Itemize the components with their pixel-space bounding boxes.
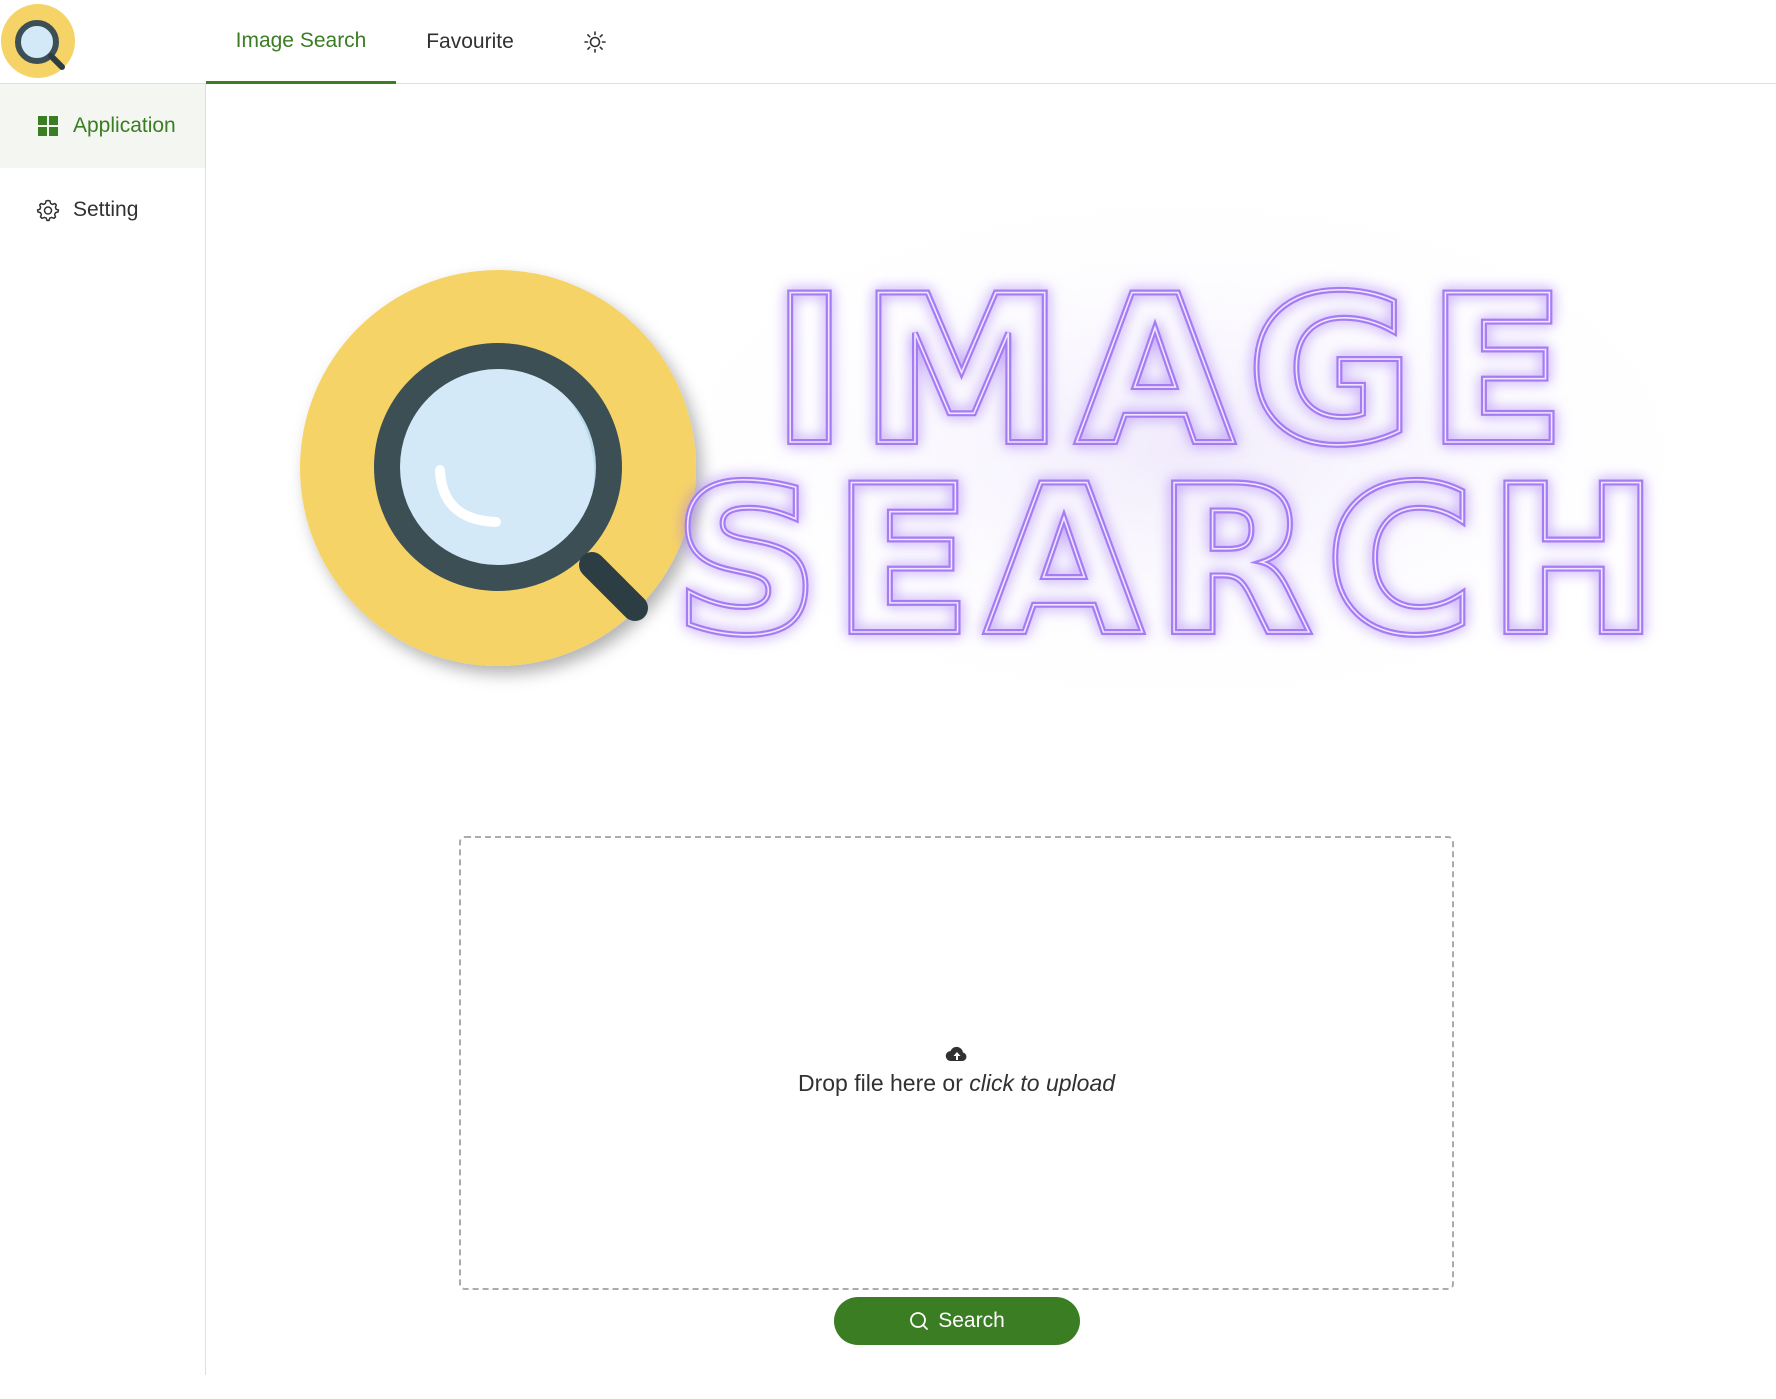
search-icon xyxy=(909,1311,929,1331)
banner-line-2-highlight: SEARCH xyxy=(673,443,1671,681)
upload-link[interactable]: click to upload xyxy=(969,1070,1115,1096)
sidebar-item-label: Setting xyxy=(73,198,139,221)
search-button-label: Search xyxy=(938,1309,1005,1332)
sidebar-item-setting[interactable]: Setting xyxy=(0,168,205,252)
upload-instructions: Drop file here or click to upload xyxy=(798,1070,1115,1097)
gear-icon xyxy=(36,198,60,222)
app-logo[interactable] xyxy=(0,3,76,79)
cloud-upload-icon xyxy=(945,1046,966,1061)
sidebar-item-application[interactable]: Application xyxy=(0,84,205,168)
upload-text-prefix: Drop file here or xyxy=(797,1069,970,1096)
theme-toggle[interactable] xyxy=(566,0,624,84)
search-button[interactable]: Search xyxy=(834,1297,1080,1345)
sun-icon xyxy=(584,31,606,53)
sidebar: Application Setting xyxy=(0,84,206,1375)
tab-favourite-label: Favourite xyxy=(426,30,514,53)
app-root: Image Search Favourite Application Setti… xyxy=(0,0,1776,1399)
tab-favourite[interactable]: Favourite xyxy=(396,0,544,84)
tab-image-search-label: Image Search xyxy=(235,28,367,52)
upload-dropzone[interactable]: Drop file here or click to upload xyxy=(459,836,1454,1290)
tab-image-search[interactable]: Image Search xyxy=(206,0,396,84)
image-search-banner: IMAGE SEARCH IMAGE SEARCH xyxy=(290,170,1740,735)
grid-icon xyxy=(36,114,60,138)
top-header: Image Search Favourite xyxy=(0,0,1776,84)
sidebar-item-label: Application xyxy=(73,114,176,137)
magnifier-logo-icon xyxy=(1,4,75,78)
